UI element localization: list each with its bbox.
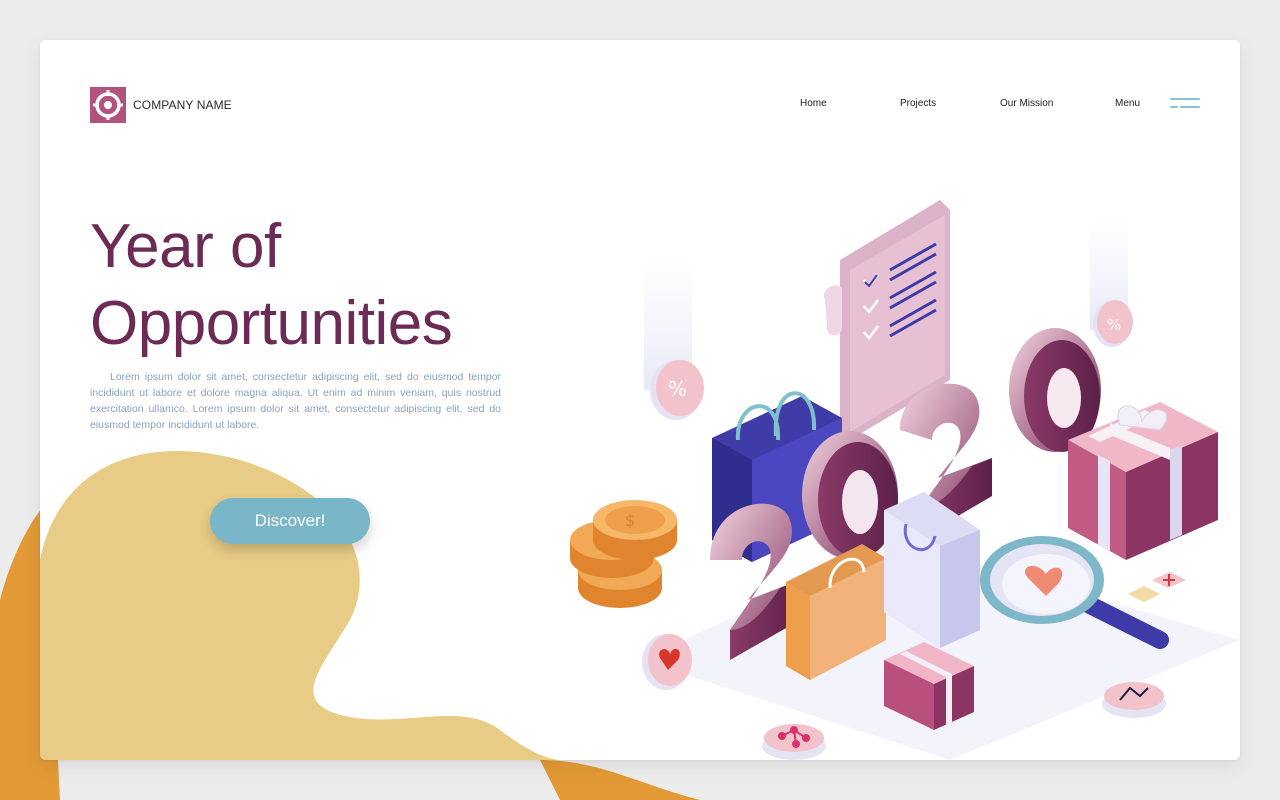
- coins-icon: $: [570, 500, 677, 608]
- chart-badge-icon: [1102, 682, 1166, 718]
- nav-our-mission[interactable]: Our Mission: [1000, 98, 1053, 109]
- svg-text:$: $: [625, 511, 635, 530]
- share-badge-icon: [762, 724, 826, 760]
- hero-description: Lorem ipsum dolor sit amet, consectetur …: [90, 371, 501, 431]
- svg-text:%: %: [668, 377, 687, 401]
- tag-icon: [1128, 572, 1186, 602]
- landing-card: COMPANY NAME Home Projects Our Mission M…: [40, 40, 1240, 760]
- hero-title-line-2: Opportunities: [90, 289, 453, 358]
- discover-button[interactable]: Discover!: [210, 498, 370, 544]
- nav-projects[interactable]: Projects: [900, 98, 936, 109]
- hero-title: Year of Opportunities: [90, 208, 530, 362]
- heart-badge-icon: [642, 634, 692, 690]
- svg-text:%: %: [1107, 316, 1121, 334]
- hero-illustration: $ % %: [570, 200, 1240, 760]
- hamburger-icon[interactable]: [1168, 98, 1200, 110]
- percent-badge-icon: %: [650, 360, 704, 420]
- nav-home[interactable]: Home: [800, 98, 827, 109]
- hero-title-line-1: Year of: [90, 212, 281, 281]
- top-nav: Home Projects Our Mission Menu: [40, 98, 1240, 114]
- nav-menu[interactable]: Menu: [1115, 98, 1140, 109]
